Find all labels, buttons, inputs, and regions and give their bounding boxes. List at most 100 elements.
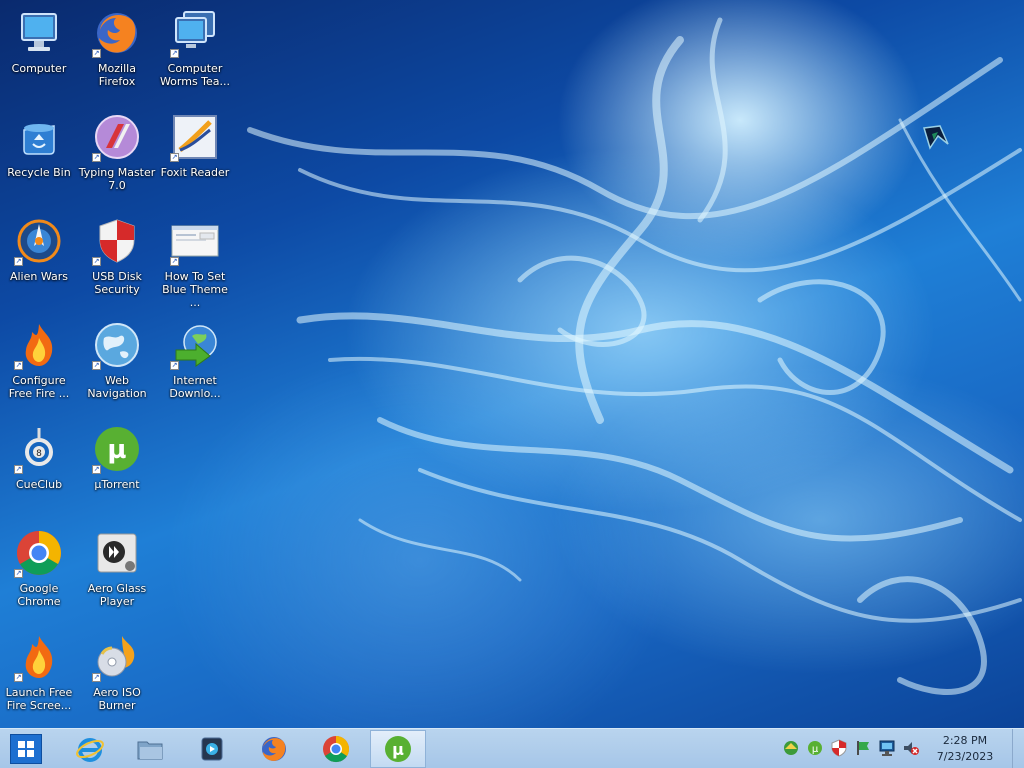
desktop-icon-label: Google Chrome — [17, 582, 61, 608]
shortcut-arrow-icon: ↗ — [92, 465, 101, 474]
globe-icon: ↗ — [92, 320, 142, 370]
utorrent-tray-icon[interactable]: µ — [806, 739, 824, 757]
shortcut-arrow-icon: ↗ — [92, 673, 101, 682]
shortcut-arrow-icon: ↗ — [14, 465, 23, 474]
desktop-icon-computer-worms-team[interactable]: ↗ Computer Worms Tea... — [156, 4, 234, 100]
shortcut-arrow-icon: ↗ — [92, 49, 101, 58]
taskbar: µ µ 2:28 PM 7/23/2023 — [0, 728, 1024, 768]
computer-icon: ↗ — [170, 8, 220, 58]
desktop-icon-label: Launch Free Fire Scree... — [5, 686, 73, 712]
shortcut-arrow-icon: ↗ — [170, 153, 179, 162]
taskbar-media-player[interactable] — [184, 730, 240, 768]
chrome-icon: ↗ — [14, 528, 64, 578]
desktop-icon-usb-disk-security[interactable]: ↗ USB Disk Security — [78, 212, 156, 308]
desktop-icon-label: Recycle Bin — [7, 166, 71, 179]
desktop-icon-label: Web Navigation — [87, 374, 147, 400]
utorrent-icon: µ — [385, 736, 411, 762]
start-button[interactable] — [10, 734, 42, 764]
internet-download-manager-icon: ↗ — [170, 320, 220, 370]
desktop-icon-recycle-bin[interactable]: Recycle Bin — [0, 108, 78, 204]
show-desktop-button[interactable] — [1012, 729, 1024, 768]
clock-date: 7/23/2023 — [936, 750, 994, 763]
folder-icon — [137, 741, 163, 760]
firefox-icon — [262, 737, 286, 761]
desktop-icon-web-navigation[interactable]: ↗ Web Navigation — [78, 316, 156, 412]
shield-tray-icon[interactable] — [830, 739, 848, 757]
desktop-icon-label: CueClub — [15, 478, 63, 491]
chrome-icon — [323, 735, 350, 763]
shortcut-arrow-icon: ↗ — [92, 257, 101, 266]
shortcut-arrow-icon: ↗ — [170, 257, 179, 266]
svg-text:µ: µ — [392, 740, 404, 759]
taskbar-firefox[interactable] — [246, 730, 302, 768]
desktop-icon-label: Alien Wars — [9, 270, 69, 283]
desktop-icon-label: How To Set Blue Theme ... — [162, 270, 228, 309]
desktop-icon-cueclub[interactable]: 8 ↗ CueClub — [0, 420, 78, 516]
desktop-icon-label: Mozilla Firefox — [98, 62, 136, 88]
taskbar-chrome[interactable] — [308, 730, 364, 768]
desktop-icon-label: Internet Downlo... — [169, 374, 221, 400]
network-monitor-icon[interactable] — [878, 739, 896, 757]
firefox-icon: ↗ — [92, 8, 142, 58]
svg-text:µ: µ — [812, 744, 819, 755]
desktop-icon-label: Computer Worms Tea... — [159, 62, 231, 88]
shortcut-arrow-icon: ↗ — [170, 49, 179, 58]
taskbar-file-explorer[interactable] — [122, 730, 178, 768]
media-player-icon — [201, 737, 223, 761]
desktop-icon-utorrent[interactable]: µ ↗ µTorrent — [78, 420, 156, 516]
desktop-icon-mozilla-firefox[interactable]: ↗ Mozilla Firefox — [78, 4, 156, 100]
utorrent-icon: µ ↗ — [92, 424, 142, 474]
typing-master-icon: ↗ — [92, 112, 142, 162]
desktop-icon-label: USB Disk Security — [92, 270, 142, 296]
network-globe-icon[interactable] — [782, 739, 800, 757]
taskbar-clock[interactable]: 2:28 PM 7/23/2023 — [920, 733, 1010, 765]
flag-icon[interactable] — [854, 739, 872, 757]
shortcut-arrow-icon: ↗ — [170, 361, 179, 370]
shortcut-arrow-icon: ↗ — [14, 361, 23, 370]
desktop-icon-label: Aero ISO Burner — [93, 686, 141, 712]
desktop-icon-launch-free-fire[interactable]: ↗ Launch Free Fire Scree... — [0, 628, 78, 724]
desktop-icon-foxit-reader[interactable]: ↗ Foxit Reader — [156, 108, 234, 204]
computer-icon — [14, 8, 64, 58]
mouse-cursor-icon — [923, 125, 949, 150]
system-tray: µ — [782, 739, 920, 759]
document-screenshot-icon: ↗ — [170, 216, 220, 266]
shield-icon: ↗ — [92, 216, 142, 266]
desktop-icon-alien-wars[interactable]: ↗ Alien Wars — [0, 212, 78, 308]
desktop-icon-how-to-set-blue-theme[interactable]: ↗ How To Set Blue Theme ... — [156, 212, 234, 309]
desktop-icon-label: Typing Master 7.0 — [78, 166, 156, 192]
fire-icon: ↗ — [14, 632, 64, 682]
recycle-bin-icon — [14, 112, 64, 162]
svg-text:8: 8 — [36, 449, 42, 459]
cueclub-icon: 8 ↗ — [14, 424, 64, 474]
media-player-icon — [92, 528, 142, 578]
desktop-icon-internet-download-manager[interactable]: ↗ Internet Downlo... — [156, 316, 234, 412]
desktop-icon-aero-glass-player[interactable]: Aero Glass Player — [78, 524, 156, 620]
volume-muted-icon[interactable] — [902, 739, 920, 757]
clock-time: 2:28 PM — [942, 734, 988, 747]
desktop-icon-label: Aero Glass Player — [87, 582, 147, 608]
desktop-icon-configure-free-fire[interactable]: ↗ Configure Free Fire ... — [0, 316, 78, 412]
taskbar-internet-explorer[interactable] — [62, 730, 118, 768]
desktop-icon-label: Configure Free Fire ... — [8, 374, 70, 400]
shortcut-arrow-icon: ↗ — [14, 673, 23, 682]
desktop-icon-google-chrome[interactable]: ↗ Google Chrome — [0, 524, 78, 620]
alien-wars-icon: ↗ — [14, 216, 64, 266]
svg-text:µ: µ — [107, 435, 126, 465]
shortcut-arrow-icon: ↗ — [14, 257, 23, 266]
fire-icon: ↗ — [14, 320, 64, 370]
desktop-icon-label: Foxit Reader — [160, 166, 230, 179]
shortcut-arrow-icon: ↗ — [92, 153, 101, 162]
desktop-icon-typing-master[interactable]: ↗ Typing Master 7.0 — [78, 108, 156, 204]
desktop-icon-label: µTorrent — [94, 478, 140, 491]
foxit-reader-icon: ↗ — [170, 112, 220, 162]
windows-logo-icon — [18, 741, 34, 757]
taskbar-utorrent[interactable]: µ — [370, 730, 426, 768]
disc-burner-icon: ↗ — [92, 632, 142, 682]
shortcut-arrow-icon: ↗ — [92, 361, 101, 370]
desktop-icon-computer[interactable]: Computer — [0, 4, 78, 100]
shortcut-arrow-icon: ↗ — [14, 569, 23, 578]
desktop-icon-label: Computer — [11, 62, 67, 75]
internet-explorer-icon — [76, 738, 104, 762]
desktop-icon-aero-iso-burner[interactable]: ↗ Aero ISO Burner — [78, 628, 156, 724]
